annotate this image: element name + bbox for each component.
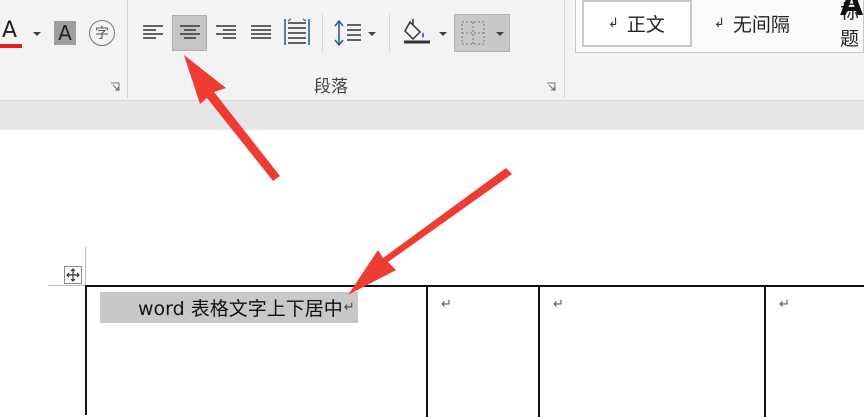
style-normal[interactable]: ↲ 正文	[582, 0, 692, 47]
line-spacing-button[interactable]	[332, 17, 364, 49]
table-move-handle[interactable]	[64, 266, 82, 284]
borders-button[interactable]	[454, 14, 510, 52]
cell-text: word 表格文字上下居中	[138, 298, 343, 320]
font-color-dropdown-arrow[interactable]	[33, 32, 41, 36]
line-spacing-icon	[334, 20, 361, 46]
style-normal-paragraph-mark: ↲	[608, 16, 619, 31]
move-arrows-icon	[66, 268, 80, 282]
borders-icon	[461, 21, 485, 45]
character-shading-letter: A	[58, 21, 72, 45]
enclose-characters-button[interactable]: 字	[89, 20, 115, 46]
styles-gallery: ↲ 正文 ↲ 无间隔 标题	[575, 0, 864, 53]
borders-dropdown-arrow[interactable]	[496, 32, 504, 36]
ribbon-inner-separator	[322, 14, 323, 52]
font-dialog-launcher-icon[interactable]	[110, 82, 120, 92]
paragraph-mark: ↵	[441, 297, 452, 312]
highlighted-cell-text[interactable]: word 表格文字上下居中 ↵	[100, 292, 358, 323]
table-cell[interactable]: ↵	[540, 287, 766, 417]
font-color-bar	[0, 44, 22, 48]
paragraph-group-label: 段落	[314, 77, 348, 97]
paint-bucket-icon	[404, 19, 430, 44]
align-left-button[interactable]	[138, 17, 168, 49]
ribbon: A A 字 段落 ↲ 正文 ↲ 无间隔 标题 A	[0, 0, 864, 100]
align-left-icon	[143, 25, 163, 39]
ribbon-group-separator	[127, 0, 128, 98]
distributed-icon	[284, 18, 310, 45]
style-no-spacing-paragraph-mark: ↲	[714, 16, 725, 31]
character-shading-button[interactable]: A	[54, 21, 76, 45]
document-table[interactable]: word 表格文字上下居中 ↵ ↵ ↵ ↵	[85, 285, 864, 417]
table-cell[interactable]: word 表格文字上下居中 ↵	[87, 287, 428, 417]
align-center-button[interactable]	[172, 15, 207, 51]
shading-button[interactable]	[401, 16, 433, 48]
table-cell[interactable]: ↵	[766, 287, 864, 417]
paragraph-mark: ↵	[343, 300, 355, 315]
margin-corner-mark	[85, 247, 86, 285]
paragraph-dialog-launcher-icon[interactable]	[546, 82, 556, 92]
font-color-letter: A	[2, 18, 18, 43]
paragraph-mark: ↵	[779, 297, 790, 312]
ribbon-group-separator-2	[564, 0, 565, 98]
style-no-spacing[interactable]: ↲ 无间隔	[704, 0, 824, 47]
align-center-icon	[179, 25, 200, 39]
justify-button[interactable]	[246, 17, 276, 49]
enclose-characters-glyph: 字	[95, 26, 109, 42]
shading-dropdown-arrow[interactable]	[439, 32, 447, 36]
line-spacing-dropdown-arrow[interactable]	[368, 32, 376, 36]
ribbon-inner-separator-2	[389, 14, 390, 52]
align-right-button[interactable]	[211, 17, 241, 49]
ribbon-bottom-bar	[0, 100, 864, 130]
table-cell[interactable]: ↵	[428, 287, 540, 417]
style-normal-label: 正文	[626, 14, 665, 36]
align-right-icon	[216, 25, 236, 39]
heading-style-preview-glyph: A	[840, 0, 864, 23]
paragraph-mark: ↵	[553, 297, 564, 312]
font-color-button[interactable]: A	[0, 18, 28, 48]
distributed-button[interactable]	[282, 15, 312, 49]
justify-icon	[251, 25, 271, 39]
style-no-spacing-label: 无间隔	[732, 14, 790, 36]
margin-corner-mark-horizontal	[48, 285, 86, 286]
